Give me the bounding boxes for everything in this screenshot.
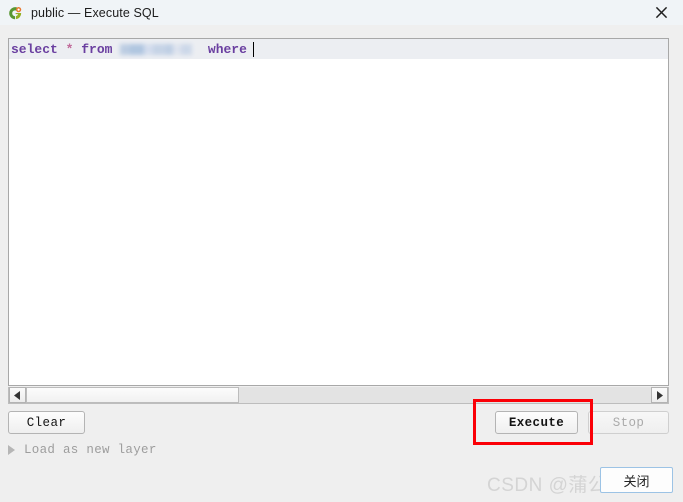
sql-space [58, 42, 66, 57]
sql-editor[interactable]: select * from where [8, 38, 669, 386]
sql-keyword-where: where [207, 42, 247, 57]
redacted-table-name [120, 42, 193, 57]
scrollbar-thumb[interactable] [26, 387, 239, 403]
sql-keyword-select: select [11, 42, 58, 57]
close-icon[interactable] [639, 0, 683, 25]
triangle-right-icon[interactable] [651, 387, 668, 403]
triangle-right-icon[interactable] [8, 445, 15, 455]
load-as-new-layer-section[interactable]: Load as new layer [8, 441, 157, 459]
sql-query-text: select * from where [11, 40, 254, 59]
dialog-close-button[interactable]: 关闭 [600, 467, 673, 493]
execute-button[interactable]: Execute [495, 411, 578, 434]
triangle-left-icon[interactable] [9, 387, 26, 403]
sql-keyword-from: from [81, 42, 113, 57]
clear-button[interactable]: Clear [8, 411, 85, 434]
text-caret [252, 42, 254, 57]
title-bar: public — Execute SQL [0, 0, 683, 25]
window-title: public — Execute SQL [31, 5, 159, 20]
scrollbar-track[interactable] [26, 387, 651, 403]
stop-button: Stop [588, 411, 669, 434]
load-as-new-layer-label: Load as new layer [24, 443, 157, 457]
editor-horizontal-scrollbar[interactable] [8, 387, 669, 404]
sql-operator-star: * [65, 42, 74, 57]
qgis-logo-icon [7, 5, 23, 21]
